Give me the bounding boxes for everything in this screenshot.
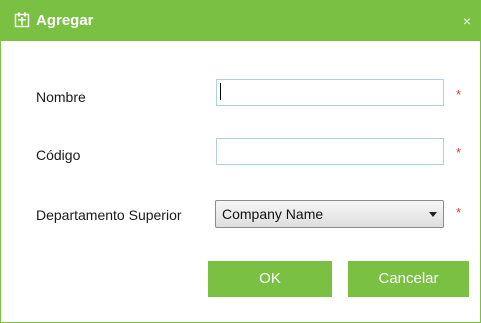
parent-department-label: Departamento Superior [36,207,182,223]
ok-button[interactable]: OK [208,261,332,297]
required-marker-parent: * [456,205,462,220]
required-marker-code: * [456,145,462,160]
parent-department-value: Company Name [222,206,324,222]
code-label: Código [36,147,81,163]
close-icon[interactable]: × [463,11,471,31]
dialog-titlebar[interactable]: Agregar × [1,1,480,41]
chevron-down-icon [429,212,437,217]
code-input[interactable] [216,138,444,165]
required-marker-name: * [456,87,462,102]
name-label: Nombre [36,89,86,105]
parent-department-select[interactable]: Company Name [215,200,444,228]
name-input[interactable] [216,79,444,106]
text-cursor [220,83,221,100]
dialog-title: Agregar [36,12,94,29]
cancel-button[interactable]: Cancelar [348,261,469,297]
add-form-icon [14,12,30,28]
add-dialog: Agregar × Nombre * Código * Departamento… [0,0,481,323]
